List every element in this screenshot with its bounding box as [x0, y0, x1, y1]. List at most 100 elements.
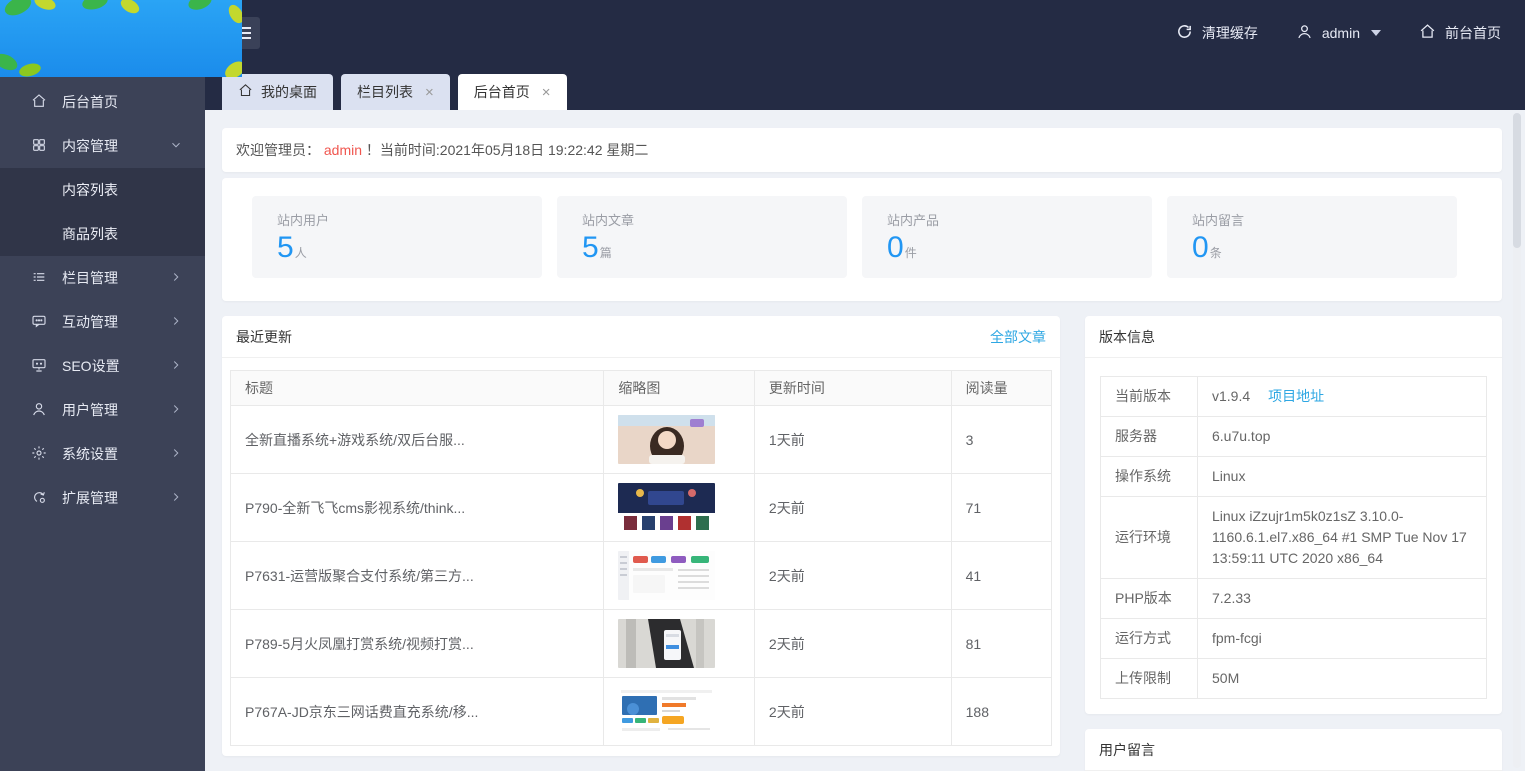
version-info-title: 版本信息 — [1099, 327, 1155, 347]
list-icon — [31, 269, 47, 288]
stat-value: 0 — [1192, 231, 1209, 264]
view-count: 41 — [951, 542, 1051, 610]
stat-box-2: 站内产品0件 — [862, 196, 1152, 278]
header-actions: 清理缓存 admin 前台首页 — [1176, 0, 1501, 65]
thumbnail-image — [604, 610, 755, 678]
thumbnail-image — [604, 474, 755, 542]
view-count: 188 — [951, 678, 1051, 746]
thumbnail-image — [604, 542, 755, 610]
version-label: 上传限制 — [1101, 659, 1198, 699]
column-header: 缩略图 — [604, 371, 755, 406]
sidebar-item-goods-list[interactable]: 商品列表 — [0, 212, 205, 256]
tab-admin-home[interactable]: 后台首页 × — [458, 74, 567, 110]
user-messages-card: 用户留言 — [1085, 729, 1502, 771]
chevron-right-icon — [169, 446, 183, 463]
close-icon[interactable]: × — [542, 85, 551, 100]
user-icon — [1296, 23, 1313, 43]
view-count: 71 — [951, 474, 1051, 542]
sidebar-item-extend[interactable]: 扩展管理 — [0, 476, 205, 520]
version-info-card: 版本信息 当前版本v1.9.4项目地址服务器6.u7u.top操作系统Linux… — [1085, 316, 1502, 714]
sidebar-item-label: 互动管理 — [62, 312, 118, 332]
sidebar: 后台首页内容管理内容列表商品列表栏目管理互动管理 SEO设置用户管理系统设置扩展管… — [0, 65, 205, 771]
version-row: PHP版本7.2.33 — [1101, 579, 1487, 619]
article-title[interactable]: P790-全新飞飞cms影视系统/think... — [231, 474, 604, 542]
sidebar-submenu-content: 内容列表商品列表 — [0, 168, 205, 256]
sidebar-item-content-list[interactable]: 内容列表 — [0, 168, 205, 212]
sidebar-item-label: 扩展管理 — [62, 488, 118, 508]
user-messages-title: 用户留言 — [1099, 740, 1155, 760]
user-icon — [31, 401, 47, 420]
version-row: 运行方式fpm-fcgi — [1101, 619, 1487, 659]
project-link[interactable]: 项目地址 — [1268, 388, 1324, 404]
version-label: PHP版本 — [1101, 579, 1198, 619]
stat-value: 0 — [887, 231, 904, 264]
version-value: Linux — [1198, 457, 1487, 497]
table-row: P767A-JD京东三网话费直充系统/移...2天前188 — [231, 678, 1052, 746]
sidebar-item-content[interactable]: 内容管理 — [0, 124, 205, 168]
stat-value: 5 — [582, 231, 599, 264]
stat-box-3: 站内留言 0条 — [1167, 196, 1457, 278]
sidebar-item-label: 栏目管理 — [62, 268, 118, 288]
article-title[interactable]: P789-5月火凤凰打赏系统/视频打赏... — [231, 610, 604, 678]
home-icon — [1419, 23, 1436, 43]
version-value: 7.2.33 — [1198, 579, 1487, 619]
front-home-link[interactable]: 前台首页 — [1419, 23, 1501, 43]
table-row: P789-5月火凤凰打赏系统/视频打赏...2天前81 — [231, 610, 1052, 678]
sidebar-item-system[interactable]: 系统设置 — [0, 432, 205, 476]
sidebar-item-interact[interactable]: 互动管理 — [0, 300, 205, 344]
column-header: 阅读量 — [951, 371, 1051, 406]
version-row: 当前版本v1.9.4项目地址 — [1101, 377, 1487, 417]
page-scrollbar[interactable] — [1513, 113, 1521, 768]
view-count: 3 — [951, 406, 1051, 474]
sidebar-subitem-label: 内容列表 — [62, 180, 118, 200]
article-title[interactable]: P767A-JD京东三网话费直充系统/移... — [231, 678, 604, 746]
update-time: 2天前 — [754, 542, 951, 610]
front-home-label: 前台首页 — [1445, 23, 1501, 43]
clear-cache-label: 清理缓存 — [1202, 23, 1258, 43]
sidebar-item-home[interactable]: 后台首页 — [0, 80, 205, 124]
all-articles-link[interactable]: 全部文章 — [990, 327, 1046, 347]
sidebar-item-seo[interactable]: SEO设置 — [0, 344, 205, 388]
stats-panel: 站内用户5人站内文章5篇站内产品0件站内留言0条 — [222, 178, 1502, 301]
chevron-right-icon — [169, 490, 183, 507]
version-value: v1.9.4项目地址 — [1198, 377, 1487, 417]
stat-label: 站内文章 — [582, 210, 847, 229]
chevron-right-icon — [169, 402, 183, 419]
recent-updates-table: 标题缩略图更新时间阅读量 全新直播系统+游戏系统/双后台服...1天前3P790… — [230, 370, 1052, 746]
leaves-decoration — [0, 0, 242, 77]
username-label: admin — [1322, 25, 1360, 41]
user-menu[interactable]: admin — [1296, 23, 1381, 43]
column-header: 更新时间 — [754, 371, 951, 406]
scrollbar-thumb[interactable] — [1513, 113, 1521, 248]
clear-cache-button[interactable]: 清理缓存 — [1176, 23, 1258, 43]
grid-icon — [31, 137, 47, 156]
stat-unit: 篇 — [600, 246, 612, 260]
article-title[interactable]: 全新直播系统+游戏系统/双后台服... — [231, 406, 604, 474]
close-icon[interactable]: × — [425, 85, 434, 100]
article-title[interactable]: P7631-运营版聚合支付系统/第三方... — [231, 542, 604, 610]
stats-row: 站内用户5人站内文章5篇站内产品0件站内留言0条 — [252, 196, 1502, 278]
sidebar-item-column[interactable]: 栏目管理 — [0, 256, 205, 300]
version-info-table: 当前版本v1.9.4项目地址服务器6.u7u.top操作系统Linux运行环境L… — [1100, 376, 1487, 699]
version-row: 服务器6.u7u.top — [1101, 417, 1487, 457]
welcome-banner: 欢迎管理员： admin ！当前时间:2021年05月18日 19:22:42 … — [222, 128, 1502, 172]
version-value: 6.u7u.top — [1198, 417, 1487, 457]
board-icon — [31, 357, 47, 376]
chevron-down-icon — [169, 138, 183, 155]
tab-label: 后台首页 — [474, 82, 530, 102]
stat-unit: 条 — [1210, 246, 1222, 260]
site-logo-image — [0, 0, 242, 77]
sidebar-item-user[interactable]: 用户管理 — [0, 388, 205, 432]
version-label: 操作系统 — [1101, 457, 1198, 497]
stat-unit: 人 — [295, 246, 307, 260]
chevron-right-icon — [169, 314, 183, 331]
tab-column-list[interactable]: 栏目列表× — [341, 74, 450, 110]
tab-my-desktop[interactable]: 我的桌面 — [222, 74, 333, 110]
refresh-icon — [1176, 23, 1193, 43]
view-count: 81 — [951, 610, 1051, 678]
chevron-right-icon — [169, 270, 183, 287]
tab-label: 我的桌面 — [261, 82, 317, 102]
top-header: 清理缓存 admin 前台首页 — [0, 0, 1525, 65]
version-row: 上传限制50M — [1101, 659, 1487, 699]
stat-label: 站内留言 — [1192, 210, 1457, 229]
